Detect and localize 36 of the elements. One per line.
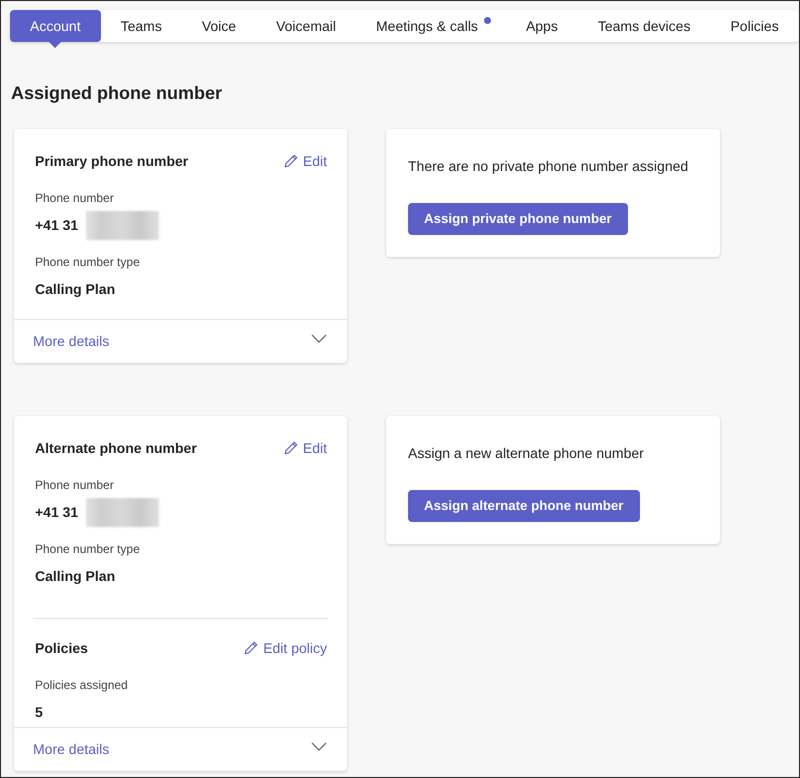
section-heading: Assigned phone number <box>11 82 224 104</box>
tab[interactable]: Policies <box>710 10 799 42</box>
tab[interactable]: Teams <box>100 10 182 42</box>
field-value: +41 31 <box>35 503 78 522</box>
field-label: Phone number type <box>35 254 141 270</box>
card-title: Primary phone number <box>35 152 188 171</box>
edit-link[interactable]: Edit <box>284 150 327 172</box>
field-value: Calling Plan <box>35 567 116 586</box>
card-title: Alternate phone number <box>35 438 197 458</box>
policies-title: Policies <box>35 638 88 658</box>
field-label: Policies assigned <box>35 677 129 693</box>
tab-pointer-icon <box>49 42 62 48</box>
chevron-down-icon[interactable] <box>311 742 327 751</box>
pencil-icon <box>244 641 258 655</box>
field-value: +41 31 <box>35 216 78 235</box>
tab[interactable]: Apps <box>506 10 578 42</box>
tab[interactable]: Meetings & calls <box>356 10 506 42</box>
tab[interactable]: Voice <box>182 10 256 42</box>
edit-link[interactable]: Edit policy <box>244 638 327 658</box>
field-label: Phone number <box>35 190 115 206</box>
more-details-link[interactable]: More details <box>33 739 110 760</box>
field-label: Phone number type <box>35 541 141 557</box>
pencil-icon <box>284 154 298 168</box>
tab[interactable]: Teams devices <box>578 10 710 42</box>
pencil-icon <box>284 441 298 455</box>
assign-button[interactable]: Assign private phone number <box>408 203 628 235</box>
field-value: 5 <box>35 703 43 722</box>
assign-button[interactable]: Assign alternate phone number <box>408 490 640 522</box>
chevron-down-icon[interactable] <box>311 334 327 343</box>
field-value: Calling Plan <box>35 280 116 299</box>
edit-link[interactable]: Edit <box>284 438 327 458</box>
more-details-link[interactable]: More details <box>33 331 110 352</box>
card-message: There are no private phone number assigned <box>408 157 690 176</box>
tab[interactable]: Voicemail <box>256 10 356 42</box>
field-label: Phone number <box>35 477 115 493</box>
card-message: Assign a new alternate phone number <box>408 444 645 463</box>
